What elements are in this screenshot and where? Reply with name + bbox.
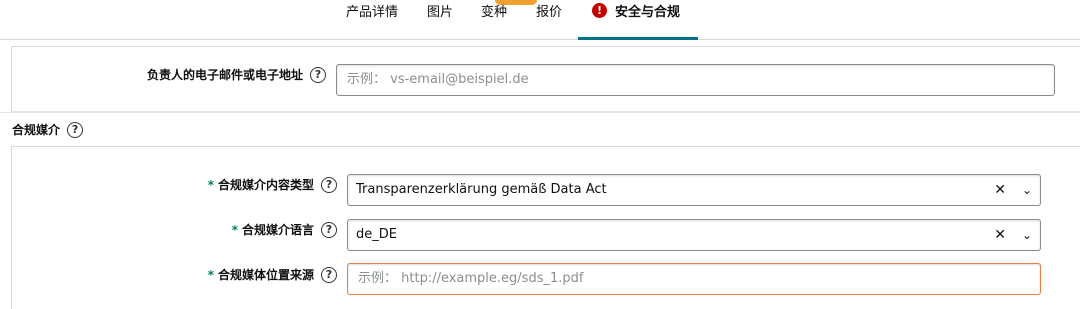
- responsible-contact-label-row: 负责人的电子邮件或电子地址?: [147, 66, 326, 84]
- tab-bar: 产品详情 图片 变种 报价 ! 安全与合规: [0, 0, 1080, 40]
- content-type-value: Transparenzerklärung gemäß Data Act: [356, 182, 607, 197]
- compliance-media-title: 合规媒介: [12, 123, 61, 137]
- language-select[interactable]: de_DE ✕ ⌄: [347, 219, 1041, 251]
- chevron-down-icon[interactable]: ⌄: [1022, 220, 1032, 250]
- help-icon[interactable]: ?: [321, 221, 337, 238]
- tab-offer[interactable]: 报价: [536, 0, 562, 40]
- language-value: de_DE: [356, 227, 397, 242]
- tab-product-details[interactable]: 产品详情: [346, 0, 398, 40]
- required-mark: *: [207, 178, 214, 192]
- divider: [0, 112, 1080, 113]
- chevron-down-icon[interactable]: ⌄: [1022, 175, 1032, 205]
- clear-icon[interactable]: ✕: [994, 175, 1006, 205]
- responsible-contact-label: 负责人的电子邮件或电子地址: [146, 68, 303, 82]
- responsible-contact-input[interactable]: 示例： vs-email@beispiel.de: [336, 64, 1055, 96]
- content-type-label: 合规媒介内容类型: [217, 178, 314, 192]
- tab-images[interactable]: 图片: [427, 0, 453, 40]
- language-label: 合规媒介语言: [241, 223, 314, 237]
- tab-variations[interactable]: 变种: [481, 0, 507, 40]
- help-icon[interactable]: ?: [67, 121, 84, 138]
- required-mark: *: [231, 223, 238, 237]
- help-icon[interactable]: ?: [321, 176, 337, 193]
- source-location-label: 合规媒体位置来源: [217, 268, 314, 282]
- compliance-media-title-row: 合规媒介?: [12, 121, 84, 139]
- tab-safety-compliance-label: 安全与合规: [615, 5, 681, 20]
- help-icon[interactable]: ?: [321, 266, 337, 283]
- clear-icon[interactable]: ✕: [994, 220, 1006, 250]
- content-type-label-row: * 合规媒介内容类型?: [208, 176, 337, 194]
- source-location-input[interactable]: 示例： http://example.eg/sds_1.pdf: [347, 263, 1041, 295]
- content-type-select[interactable]: Transparenzerklärung gemäß Data Act ✕ ⌄: [347, 174, 1041, 206]
- language-label-row: * 合规媒介语言?: [232, 221, 337, 239]
- tab-safety-compliance[interactable]: ! 安全与合规: [578, 0, 698, 40]
- required-mark: *: [207, 268, 214, 282]
- alert-icon: !: [592, 3, 607, 18]
- source-location-placeholder: 示例： http://example.eg/sds_1.pdf: [358, 271, 584, 286]
- source-location-label-row: * 合规媒体位置来源?: [208, 266, 337, 284]
- responsible-contact-placeholder: 示例： vs-email@beispiel.de: [347, 72, 529, 87]
- help-icon[interactable]: ?: [310, 66, 326, 83]
